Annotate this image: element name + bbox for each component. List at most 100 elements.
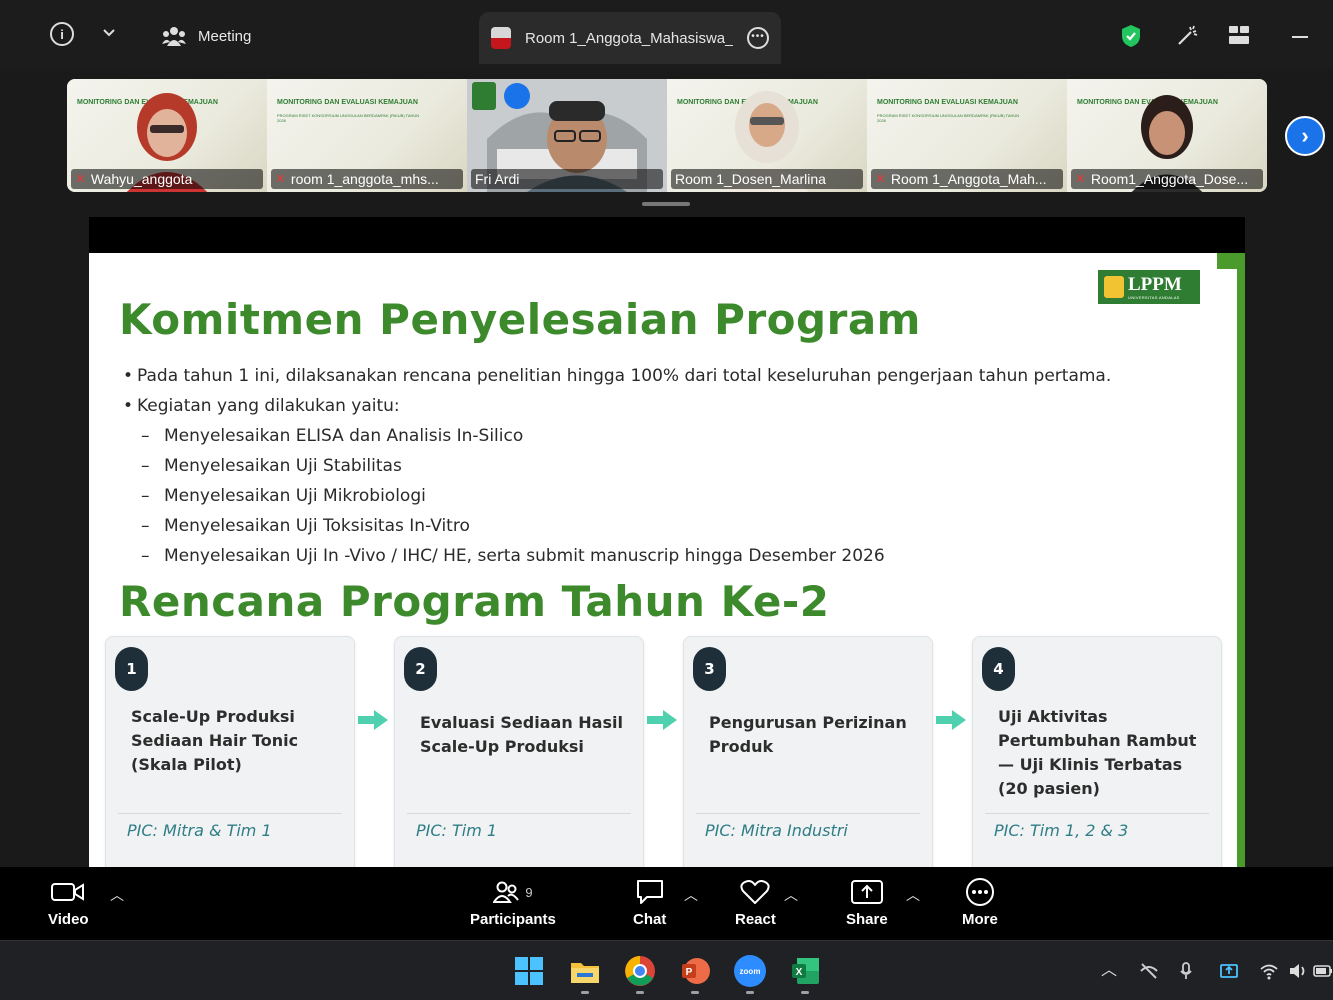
step-title: Pengurusan Perizinan Produk <box>709 713 907 756</box>
share-screen-top-band <box>89 217 1245 253</box>
participant-name-label: ✕ Wahyu_anggota <box>71 169 263 189</box>
participant-tile[interactable]: Fri Ardi <box>467 79 667 192</box>
powerpoint-icon[interactable]: P <box>679 955 711 987</box>
slide-heading-2: Rencana Program Tahun Ke-2 <box>119 577 830 626</box>
subitem-text: Menyelesaikan Uji Toksisitas In-Vitro <box>164 516 470 536</box>
chat-button[interactable]: Chat <box>633 877 666 928</box>
tile-slide-subtitle: PROGRAM RISET KONSORSIUM UNGGULAN BERDAM… <box>877 113 1020 123</box>
logo-sub-text: UNIVERSITAS ANDALAS <box>1128 294 1180 300</box>
active-room-tab[interactable]: Room 1_Anggota_Mahasiswa_Ech ••• <box>479 12 781 64</box>
slide-subitem: – Menyelesaikan Uji Stabilitas <box>141 456 402 476</box>
battery-icon[interactable] <box>1313 961 1333 981</box>
show-hidden-icons-chevron-icon[interactable]: ︿ <box>1099 961 1119 981</box>
participant-strip: MONITORING DAN EVALUASI KEMAJUAN ✕ Wahyu_… <box>67 79 1267 192</box>
slide-bullet: • Pada tahun 1 ini, dilaksanakan rencana … <box>123 366 1112 386</box>
participant-tile[interactable]: MONITORING DAN EVALUASI KEMAJUAN ✕ Room1_… <box>1067 79 1267 192</box>
tile-slide-title: MONITORING DAN EVALUASI KEMAJUAN <box>877 99 1018 106</box>
room-tab-title: Room 1_Anggota_Mahasiswa_Ech <box>525 29 733 47</box>
participant-name: Room 1_Dosen_Marlina <box>675 171 826 187</box>
svg-text:P: P <box>686 967 693 978</box>
react-options-caret-icon[interactable]: ︿ <box>784 885 798 905</box>
mic-muted-icon: ✕ <box>875 171 886 186</box>
react-button[interactable]: React <box>735 877 776 928</box>
mic-muted-icon: ✕ <box>75 171 86 186</box>
share-screen-icon <box>850 880 883 904</box>
shared-screen-slide: LPPM UNIVERSITAS ANDALAS Komitmen Penyel… <box>89 253 1245 867</box>
participant-name: Fri Ardi <box>475 171 520 187</box>
mic-muted-icon: ✕ <box>275 171 286 186</box>
chrome-icon[interactable] <box>624 955 656 987</box>
gallery-view-icon[interactable] <box>1227 24 1251 46</box>
participants-button[interactable]: 9 Participants <box>470 877 556 928</box>
participant-name-label: ✕ room 1_anggota_mhs... <box>271 169 463 189</box>
participant-name: Wahyu_anggota <box>90 171 193 187</box>
file-explorer-icon[interactable] <box>569 955 601 987</box>
slide-heading-1: Komitmen Penyelesaian Program <box>119 295 921 344</box>
running-indicator <box>746 991 754 994</box>
arrow-right-icon <box>936 710 966 730</box>
lppm-logo: LPPM UNIVERSITAS ANDALAS <box>1098 270 1200 304</box>
participant-name: Room 1_Anggota_Mah... <box>890 171 1047 187</box>
network-off-icon[interactable] <box>1139 961 1159 981</box>
video-options-caret-icon[interactable]: ︿ <box>110 885 124 905</box>
program-step-card: 4 Uji Aktivitas Pertumbuhan Rambut — Uji… <box>972 636 1222 867</box>
excel-icon[interactable]: X <box>789 955 821 987</box>
slide-subitem: – Menyelesaikan Uji In -Vivo / IHC/ HE, s… <box>141 546 885 566</box>
next-page-chevron-icon[interactable]: › <box>1285 116 1325 156</box>
video-button[interactable]: Video <box>48 877 89 928</box>
share-options-caret-icon[interactable]: ︿ <box>906 885 920 905</box>
step-pic: PIC: Mitra Industri <box>705 821 848 840</box>
bullet-text: Kegiatan yang dilakukan yaitu: <box>137 396 400 416</box>
bullet-text: Pada tahun 1 ini, dilaksanakan rencana p… <box>137 366 1112 386</box>
running-indicator <box>691 991 699 994</box>
participant-name: Room1_Anggota_Dose... <box>1090 171 1249 187</box>
chat-options-caret-icon[interactable]: ︿ <box>684 885 698 905</box>
meeting-info-icon[interactable]: i <box>50 22 74 46</box>
step-title: Scale-Up Produksi Sediaan Hair Tonic (Sk… <box>131 707 299 774</box>
more-button[interactable]: More <box>962 877 998 928</box>
participant-name-label: ✕ Room1_Anggota_Dose... <box>1071 169 1263 189</box>
shield-icon[interactable] <box>1120 24 1142 48</box>
tab-more-icon[interactable]: ••• <box>747 27 769 49</box>
card-divider <box>407 813 631 814</box>
strip-resize-handle[interactable] <box>642 202 690 206</box>
wifi-icon[interactable] <box>1259 961 1279 981</box>
arrow-right-icon <box>647 710 677 730</box>
magic-wand-icon[interactable] <box>1176 24 1200 46</box>
card-divider <box>696 813 920 814</box>
volume-icon[interactable] <box>1288 961 1308 981</box>
participant-tile[interactable]: MONITORING DAN EVALUASI KEMAJUAN PROGRAM… <box>267 79 467 192</box>
zoom-icon-label: zoom <box>739 966 761 976</box>
running-indicator <box>801 991 809 994</box>
screen-share-tray-icon[interactable] <box>1219 961 1239 981</box>
participant-name-label: ✕ Room 1_Anggota_Mah... <box>871 169 1063 189</box>
zoom-icon[interactable]: zoom <box>734 955 766 987</box>
participant-tile-active-speaker[interactable]: MONITORING DAN EVALUASI KEMAJUAN Room 1_… <box>667 79 867 192</box>
participant-tile[interactable]: MONITORING DAN EVALUASI KEMAJUAN ✕Wahyu_… <box>67 79 267 192</box>
meeting-control-bar: Video ︿ 9 Participants Chat ︿ React ︿ Sh… <box>0 867 1333 940</box>
step-number-badge: 2 <box>404 647 437 691</box>
share-label: Share <box>846 911 888 928</box>
meeting-menu-button[interactable]: Meeting <box>162 26 251 46</box>
minimize-icon[interactable] <box>1292 36 1308 38</box>
meeting-label: Meeting <box>198 27 252 45</box>
university-emblem-icon <box>1104 276 1124 298</box>
windows-taskbar: P zoom X ︿ <box>0 940 1333 1000</box>
subitem-text: Menyelesaikan Uji Stabilitas <box>164 456 402 476</box>
card-divider <box>118 813 342 814</box>
meeting-people-icon <box>162 27 186 46</box>
participant-tile[interactable]: MONITORING DAN EVALUASI KEMAJUAN PROGRAM… <box>867 79 1067 192</box>
subitem-text: Menyelesaikan Uji In -Vivo / IHC/ HE, se… <box>164 546 885 566</box>
room-avatar-icon <box>491 27 511 49</box>
logo-main-text: LPPM <box>1128 273 1182 295</box>
chevron-down-icon[interactable] <box>100 24 118 42</box>
more-dots-icon <box>965 878 994 906</box>
microphone-in-use-icon[interactable] <box>1177 961 1197 981</box>
chat-label: Chat <box>633 911 667 928</box>
participant-name-label: Fri Ardi <box>471 169 663 189</box>
share-button[interactable]: Share <box>846 877 888 928</box>
windows-start-icon[interactable] <box>513 955 545 987</box>
step-number-badge: 3 <box>693 647 726 691</box>
meeting-top-bar: i Meeting Room 1_Anggota_Mahasiswa_Ech •… <box>0 0 1333 68</box>
step-pic: PIC: Tim 1, 2 & 3 <box>994 821 1129 840</box>
